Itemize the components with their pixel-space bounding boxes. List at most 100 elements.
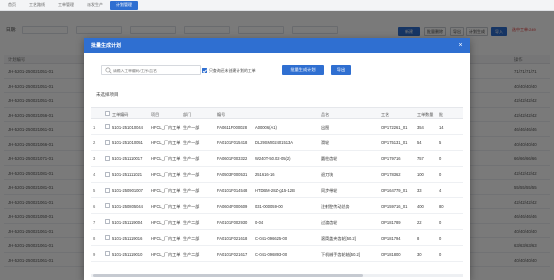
batch: 80 — [439, 203, 444, 209]
table-row[interactable]: 2 5101-251010051 HFCL_厂内工单 生产一部 FA0101F01541… — [91, 135, 463, 151]
material-code: 031-000059-00 — [255, 203, 283, 209]
dialog-header: 批量生成计划 — [84, 38, 470, 53]
row-checkbox[interactable] — [105, 219, 110, 225]
table-row[interactable]: 5 5101-250901007 HFCL_厂内工单 生产一部 FA0101F01454… — [91, 183, 463, 199]
quantity: 100 — [417, 172, 424, 178]
top-tab-dispatch[interactable]: 派发生产 — [81, 1, 109, 10]
material-code: 251616-16 — [255, 172, 275, 178]
only-unplanned-checkbox[interactable] — [202, 67, 207, 73]
dialog-title: 批量生成计划 — [91, 43, 122, 49]
row-checkbox[interactable] — [105, 251, 110, 257]
material-code: C-041-096893-00 — [255, 251, 288, 257]
col-dept[interactable]: 部门 — [183, 112, 191, 118]
project: HFCL_厂内工单 — [151, 219, 181, 225]
process: OP181789 — [381, 219, 401, 225]
batch: 0 — [439, 251, 442, 257]
close-icon[interactable]: × — [456, 41, 465, 50]
process: OP172261_01 — [381, 124, 408, 130]
material-name: 过渡齿轮 — [321, 219, 338, 225]
batch: 5 — [439, 140, 442, 146]
table-row[interactable]: 1 5101-251010044 HFCL_厂内工单 生产一部 FA0611F00002… — [91, 119, 463, 135]
table-row[interactable]: 6 5101-250805044 HFCL_厂内工单 生产一部 FA0604F00060… — [91, 198, 463, 215]
top-tab-process-route[interactable]: 工艺路线 — [23, 1, 51, 10]
dept: 生产二部 — [183, 251, 200, 257]
material-code: W240T-50.02-05(2) — [255, 156, 291, 162]
search-input[interactable] — [113, 67, 199, 74]
row-index: 1 — [93, 124, 96, 130]
only-unplanned-label: 只查询还未创建计划的工单 — [209, 68, 256, 73]
select-all-checkbox[interactable] — [105, 111, 110, 116]
row-checkbox[interactable] — [105, 203, 110, 209]
batch-generate-plan-dialog: 批量生成计划 × 只查询还未创建计划的工单 批量生成计划 导出 未选择项目 工单… — [84, 38, 470, 280]
batch: 0 — [439, 219, 442, 225]
search-box[interactable] — [101, 65, 201, 75]
material-name: 圆柱齿轮 — [321, 156, 338, 162]
top-tab-plan-management[interactable]: 计划管理 — [110, 0, 138, 10]
table-row[interactable]: 7 5101-251119004 HFCL_厂内工单 生产二部 FA0101F00293… — [91, 214, 463, 231]
col-project[interactable]: 项目 — [151, 112, 159, 118]
work-order-code: 5101-251111021 — [112, 172, 143, 178]
project: HFCL_厂内工单 — [151, 124, 181, 130]
quantity: 354 — [417, 124, 424, 130]
export-button[interactable]: 导出 — [331, 65, 351, 75]
batch: 14 — [439, 124, 444, 130]
material-name: 退刀块 — [321, 172, 334, 178]
col-number[interactable]: 编号 — [217, 112, 225, 118]
row-checkbox[interactable] — [105, 235, 110, 241]
table-row[interactable]: 9 5101-251119010 HFCL_厂内工单 生产二部 FA0101F02161… — [91, 246, 463, 263]
section-title: 未选择项目 — [96, 92, 119, 97]
material-name: 出图 — [321, 124, 330, 130]
row-index: 9 — [93, 251, 96, 257]
row-index: 4 — [93, 172, 96, 178]
quantity: 8 — [417, 235, 420, 241]
row-index: 5 — [93, 188, 96, 194]
dialog-toolbar: 只查询还未创建计划的工单 批量生成计划 导出 — [84, 65, 470, 76]
dept: 生产一部 — [183, 156, 200, 162]
search-icon — [105, 67, 112, 74]
row-index: 2 — [93, 140, 96, 146]
material-name: 滚筒盖夹齿轮[50.2] — [321, 235, 356, 241]
row-checkbox[interactable] — [105, 139, 110, 145]
work-order-code: 5101-251110017 — [112, 156, 143, 162]
dept: 生产一部 — [183, 172, 200, 178]
number: FA0101F021618 — [217, 235, 248, 241]
table-row[interactable]: 3 5101-251110017 HFCL_厂内工单 生产一部 FA0601F00332… — [91, 151, 463, 167]
project: HFCL_厂内工单 — [151, 251, 181, 257]
number: FA0101F021617 — [217, 251, 248, 257]
process: OP181794 — [381, 235, 401, 241]
process: OP179716 — [381, 156, 401, 162]
table-row[interactable]: 8 5101-251119016 HFCL_厂内工单 生产二部 FA0101F02161… — [91, 230, 463, 247]
row-index: 8 — [93, 235, 96, 241]
col-work-order-code[interactable]: 工单编码 — [112, 112, 128, 118]
scrollbar-thumb[interactable] — [93, 274, 363, 277]
project: HFCL_厂内工单 — [151, 235, 181, 241]
number: FA0101F002930 — [217, 219, 248, 225]
row-index: 6 — [93, 203, 96, 209]
col-quantity[interactable]: 工单数量 — [417, 112, 433, 118]
row-checkbox[interactable] — [105, 187, 110, 193]
top-tab-work-orders[interactable]: 工单管理 — [52, 1, 80, 10]
project: HFCL_厂内工单 — [151, 203, 181, 209]
dept: 生产一部 — [183, 203, 200, 209]
number: FA0101F015418 — [217, 140, 248, 146]
col-process[interactable]: 工艺 — [381, 112, 389, 118]
process: OP164779_01 — [381, 188, 408, 194]
number: FA0611F000028 — [217, 124, 247, 130]
horizontal-scrollbar[interactable] — [91, 274, 463, 277]
work-order-code: 5101-251010044 — [112, 124, 143, 130]
work-order-code: 5101-251119004 — [112, 219, 143, 225]
work-order-table: 工单编码 项目 部门 编号 品名 工艺 工单数量 批 1 5101-2510100… — [91, 107, 463, 263]
dept: 生产二部 — [183, 219, 200, 225]
dept: 生产一部 — [183, 124, 200, 130]
col-batch[interactable]: 批 — [439, 112, 443, 118]
row-index: 3 — [93, 156, 96, 162]
table-row[interactable]: 4 5101-251111021 HFCL_厂内工单 生产一部 FA0503F00053… — [91, 167, 463, 183]
col-material-name[interactable]: 品名 — [321, 112, 329, 118]
material-name: 同步带轮 — [321, 188, 338, 194]
top-tab-home[interactable]: 首页 — [2, 1, 22, 10]
batch-generate-button[interactable]: 批量生成计划 — [282, 65, 324, 75]
row-checkbox[interactable] — [105, 155, 110, 161]
row-checkbox[interactable] — [105, 124, 110, 129]
work-order-code: 5101-251119016 — [112, 235, 143, 241]
row-checkbox[interactable] — [105, 171, 110, 177]
